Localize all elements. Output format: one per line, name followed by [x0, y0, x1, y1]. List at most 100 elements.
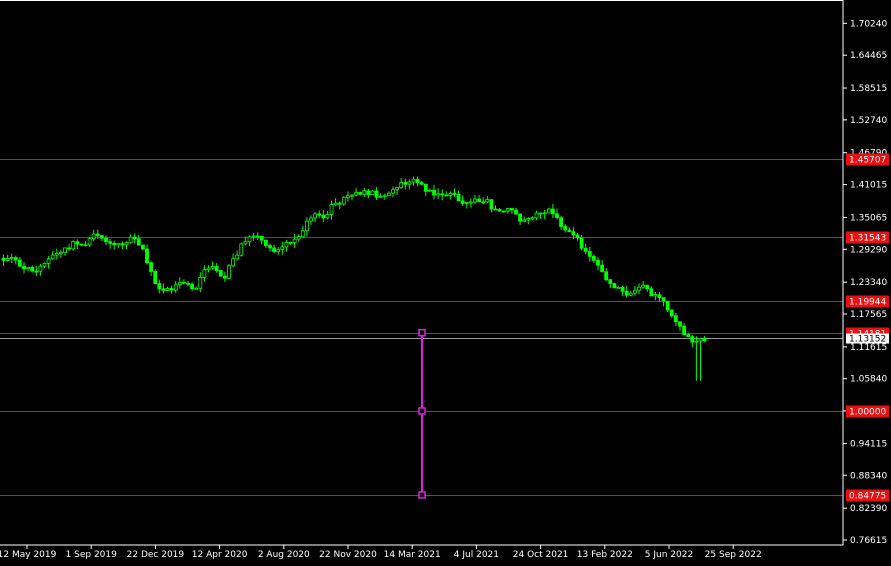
candle-body [67, 247, 71, 250]
candle-body [9, 257, 14, 259]
candle-body [128, 236, 133, 244]
candle-body [100, 235, 104, 239]
candle-body [555, 213, 559, 219]
time-tick-label: 22 Nov 2020 [319, 550, 377, 560]
candle-body [161, 288, 166, 291]
candle-body [79, 243, 84, 246]
candle-body [38, 265, 43, 272]
measure-anchor-handle[interactable] [418, 328, 426, 337]
candle-body [157, 283, 162, 290]
candle-body [436, 193, 441, 196]
candle-body [272, 247, 277, 252]
price-tick-label: 1.70240 [850, 19, 887, 29]
candle-body [423, 183, 428, 192]
candle-body [616, 286, 621, 289]
chart-background [0, 0, 891, 566]
candle-body [653, 294, 658, 297]
candle-body [395, 187, 400, 190]
candle-body [678, 321, 682, 327]
candle-body [263, 239, 268, 246]
level-price-tag-label: 1.19944 [849, 298, 886, 308]
candle-body [374, 190, 379, 198]
price-tick-label: 1.29290 [850, 245, 887, 255]
candle-body [108, 241, 112, 244]
candle-body [59, 252, 63, 255]
candle-body [690, 336, 695, 343]
candle-body [592, 255, 596, 261]
candle-body [419, 182, 424, 185]
candle-body [620, 286, 625, 292]
candle-body [321, 214, 326, 219]
candle-body [477, 198, 482, 203]
measure-anchor-handle[interactable] [418, 491, 426, 499]
candle-body [481, 201, 486, 204]
candle-body [403, 182, 408, 185]
candle-body [370, 190, 375, 196]
candle-body [567, 229, 572, 233]
candle-body [54, 252, 59, 256]
candle-body [198, 277, 203, 289]
candle-body [358, 191, 363, 195]
candle-body [124, 242, 129, 246]
time-tick-label: 1 Sep 2019 [66, 550, 118, 560]
candle-body [227, 265, 231, 279]
candle-body [46, 258, 51, 264]
candle-body [505, 208, 510, 212]
level-price-tag-label: 1.00000 [849, 408, 886, 418]
candle-body [333, 202, 338, 206]
candle-body [702, 338, 707, 342]
candle-body [251, 235, 256, 238]
candle-body [661, 297, 666, 302]
candle-body [448, 192, 453, 197]
candle-body [600, 264, 604, 273]
candle-body [530, 217, 535, 220]
candle-body [296, 236, 301, 240]
candle-body [538, 212, 543, 215]
candle-body [83, 244, 88, 247]
candle-body [325, 214, 330, 219]
candle-body [210, 265, 215, 269]
candle-body [206, 267, 211, 271]
candle-body [485, 199, 490, 203]
candle-body [551, 208, 555, 215]
candle-body [243, 241, 248, 245]
candle-body [382, 195, 387, 198]
candle-body [518, 213, 522, 222]
candle-body [173, 284, 178, 291]
level-price-tag-label: 0.84775 [849, 492, 886, 502]
candle-body [452, 192, 457, 195]
candle-body [444, 194, 449, 197]
candle-body [633, 289, 637, 294]
candle-body [87, 238, 92, 246]
candle-body [313, 213, 318, 219]
price-chart[interactable]: 1.702401.644651.585151.527401.467901.410… [0, 0, 891, 566]
candle-body [190, 283, 195, 290]
candle-body [509, 208, 514, 211]
candle-body [624, 290, 629, 296]
candle-body [13, 257, 18, 261]
candle-body [612, 283, 617, 289]
price-tick-label: 1.58515 [850, 84, 887, 94]
candle-body [112, 243, 117, 246]
candle-body [489, 199, 494, 210]
time-tick-label: 22 Dec 2019 [127, 550, 185, 560]
candle-body [284, 241, 289, 248]
candle-body [657, 294, 662, 299]
measure-anchor-handle[interactable] [418, 407, 426, 415]
candle-body [415, 178, 420, 183]
candle-body [30, 266, 35, 272]
candle-body [386, 192, 391, 197]
candle-body [546, 208, 551, 214]
candle-body [300, 230, 305, 238]
time-tick-label: 12 May 2019 [0, 550, 57, 560]
candle-body [75, 241, 80, 245]
candle-body [255, 235, 260, 238]
candle-body [674, 315, 678, 323]
candle-body [42, 262, 47, 267]
candle-body [526, 218, 531, 221]
candle-body [399, 182, 404, 189]
candle-body [280, 246, 285, 250]
candle-body [665, 300, 670, 311]
candle-body [432, 189, 436, 196]
price-tick-label: 1.23340 [850, 278, 887, 288]
